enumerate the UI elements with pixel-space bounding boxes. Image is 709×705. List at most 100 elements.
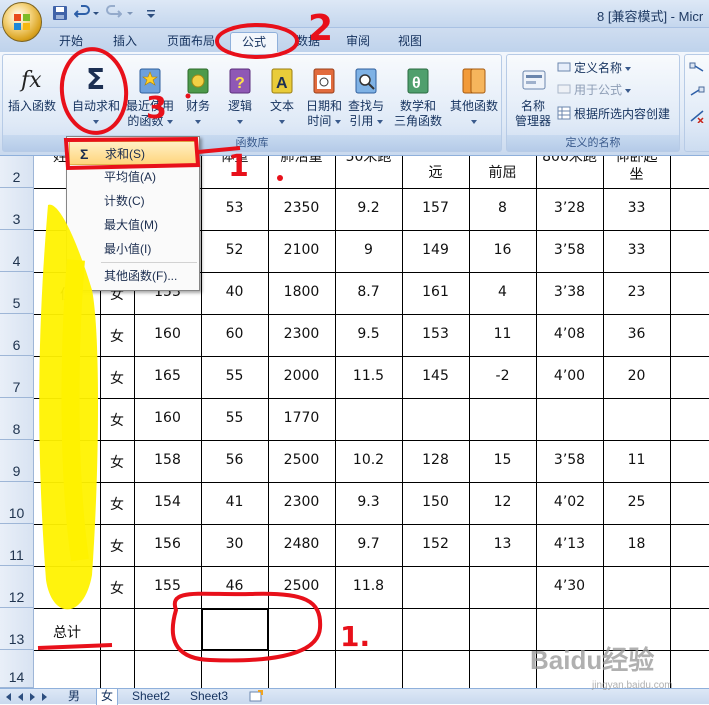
tab-page-layout[interactable]: 页面布局 (158, 32, 224, 52)
data-cell-height[interactable]: 165 (134, 368, 201, 384)
data-cell-sitreach[interactable]: 11 (469, 326, 536, 342)
data-cell-height[interactable]: 160 (134, 410, 201, 426)
data-cell-weight[interactable]: 52 (201, 242, 268, 258)
data-cell-jump[interactable]: 150 (402, 494, 469, 510)
data-cell-run50[interactable]: 11.8 (335, 578, 402, 594)
data-cell-situp[interactable]: 20 (603, 368, 670, 384)
tab-formulas[interactable]: 公式 (230, 32, 278, 52)
data-cell-situp[interactable]: 33 (603, 242, 670, 258)
office-button[interactable] (2, 2, 42, 42)
trace-precedents-icon[interactable] (689, 61, 705, 75)
next-sheet-icon[interactable] (30, 693, 35, 701)
tab-data[interactable]: 数据 (288, 32, 328, 52)
data-cell-run800[interactable]: 4’30 (536, 578, 603, 594)
autosum-button[interactable]: Σ 自动求和 (72, 59, 120, 135)
data-cell-run800[interactable]: 4’08 (536, 326, 603, 342)
data-cell-situp[interactable]: 11 (603, 452, 670, 468)
data-cell-run800[interactable]: 3’58 (536, 242, 603, 258)
data-cell-lung[interactable]: 1800 (268, 284, 335, 300)
data-cell-lung[interactable]: 1770 (268, 410, 335, 426)
data-cell-jump[interactable]: 149 (402, 242, 469, 258)
data-cell-situp[interactable]: 25 (603, 494, 670, 510)
redo-icon[interactable] (106, 5, 122, 21)
data-cell-weight[interactable]: 55 (201, 368, 268, 384)
menu-item-max[interactable]: 最大值(M) (69, 213, 197, 237)
sheet-tab-sheet3[interactable]: Sheet3 (186, 689, 232, 705)
prev-sheet-icon[interactable] (18, 693, 23, 701)
row-header[interactable]: 9 (0, 440, 34, 482)
total-label-cell[interactable]: 总计 (34, 622, 100, 642)
data-cell-sitreach[interactable]: 13 (469, 536, 536, 552)
data-cell-run50[interactable]: 9.5 (335, 326, 402, 342)
header-cell[interactable]: 坐 (603, 164, 670, 184)
data-cell-lung[interactable]: 2500 (268, 578, 335, 594)
data-cell-run50[interactable]: 9.7 (335, 536, 402, 552)
lookup-button[interactable]: 查找与 引用 (343, 59, 389, 135)
data-cell-weight[interactable]: 53 (201, 200, 268, 216)
last-sheet-icon[interactable] (42, 693, 47, 701)
row-header[interactable]: 14 (0, 650, 34, 688)
data-cell-weight[interactable]: 46 (201, 578, 268, 594)
data-cell-run800[interactable]: 3’38 (536, 284, 603, 300)
header-cell[interactable]: 远 (402, 162, 469, 182)
menu-item-average[interactable]: 平均值(A) (69, 165, 197, 189)
define-name-button[interactable]: 定义名称 (557, 59, 632, 77)
data-cell-run800[interactable]: 3’58 (536, 452, 603, 468)
data-cell-weight[interactable]: 40 (201, 284, 268, 300)
menu-item-min[interactable]: 最小值(I) (69, 237, 197, 261)
insert-sheet-icon[interactable] (248, 690, 264, 703)
data-cell-height[interactable]: 160 (134, 326, 201, 342)
data-cell-sitreach[interactable]: 8 (469, 200, 536, 216)
save-icon[interactable] (52, 5, 68, 21)
data-cell-sitreach[interactable]: 16 (469, 242, 536, 258)
create-from-selection-button[interactable]: 根据所选内容创建 (557, 105, 670, 123)
sheet-tab-male[interactable]: 男 (64, 689, 84, 705)
data-cell-situp[interactable]: 18 (603, 536, 670, 552)
data-cell-lung[interactable]: 2300 (268, 326, 335, 342)
data-cell-situp[interactable]: 33 (603, 200, 670, 216)
data-cell-gender[interactable]: 女 (100, 368, 134, 388)
data-cell-weight[interactable]: 56 (201, 452, 268, 468)
menu-item-sum[interactable]: Σ 求和(S) (69, 141, 197, 165)
row-header[interactable]: 6 (0, 314, 34, 356)
data-cell-situp[interactable]: 36 (603, 326, 670, 342)
menu-item-count[interactable]: 计数(C) (69, 189, 197, 213)
row-header[interactable]: 3 (0, 188, 34, 230)
data-cell-gender[interactable]: 女 (100, 578, 134, 598)
row-header[interactable]: 4 (0, 230, 34, 272)
data-cell-run50[interactable]: 10.2 (335, 452, 402, 468)
data-cell-run800[interactable]: 4’02 (536, 494, 603, 510)
row-header[interactable]: 13 (0, 608, 34, 650)
row-header[interactable]: 12 (0, 566, 34, 608)
data-cell-weight[interactable]: 30 (201, 536, 268, 552)
tab-view[interactable]: 视图 (390, 32, 430, 52)
data-cell-jump[interactable]: 145 (402, 368, 469, 384)
data-cell-run50[interactable]: 8.7 (335, 284, 402, 300)
data-cell-sitreach[interactable]: 15 (469, 452, 536, 468)
data-cell-jump[interactable]: 128 (402, 452, 469, 468)
data-cell-weight[interactable]: 41 (201, 494, 268, 510)
data-cell-weight[interactable]: 60 (201, 326, 268, 342)
insert-function-button[interactable]: fx 插入函数 (8, 59, 56, 135)
sheet-tab-female[interactable]: 女 (96, 689, 119, 705)
data-cell-gender[interactable]: 女 (100, 452, 134, 472)
row-header[interactable]: 7 (0, 356, 34, 398)
data-cell-run50[interactable]: 11.5 (335, 368, 402, 384)
header-cell[interactable]: 体重 (201, 156, 268, 166)
undo-icon[interactable] (74, 5, 90, 21)
row-header[interactable]: 10 (0, 482, 34, 524)
data-cell-run800[interactable]: 4’13 (536, 536, 603, 552)
tab-home[interactable]: 开始 (50, 32, 92, 52)
data-cell-run50[interactable]: 9.2 (335, 200, 402, 216)
data-cell-gender[interactable]: 女 (100, 410, 134, 430)
data-cell-height[interactable]: 154 (134, 494, 201, 510)
first-sheet-icon[interactable] (6, 693, 11, 701)
data-cell-lung[interactable]: 2500 (268, 452, 335, 468)
data-cell-gender[interactable]: 女 (100, 536, 134, 556)
data-cell-lung[interactable]: 2350 (268, 200, 335, 216)
data-cell-lung[interactable]: 2480 (268, 536, 335, 552)
data-cell-lung[interactable]: 2100 (268, 242, 335, 258)
recently-used-button[interactable]: 最近使用 的函数 (126, 59, 174, 135)
data-cell-height[interactable]: 156 (134, 536, 201, 552)
data-cell-gender[interactable]: 女 (100, 326, 134, 346)
